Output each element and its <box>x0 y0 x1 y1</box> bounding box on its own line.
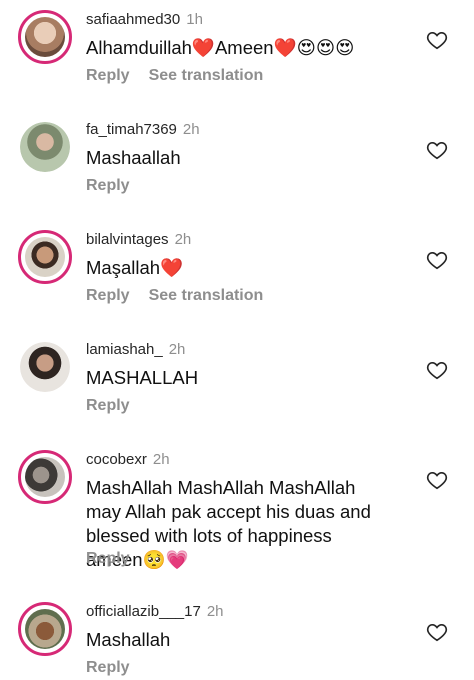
timestamp: 2h <box>174 231 192 248</box>
comment-actions: Reply See translation <box>86 287 282 305</box>
like-heart-icon[interactable] <box>426 139 448 161</box>
avatar[interactable] <box>18 450 72 504</box>
timestamp: 2h <box>152 451 170 468</box>
comment-header: lamiashah_ 2h <box>86 341 185 358</box>
reply-button[interactable]: Reply <box>86 287 130 304</box>
comment-header: fa_timah7369 2h <box>86 121 200 138</box>
avatar-image <box>25 237 65 277</box>
timestamp: 2h <box>182 121 200 138</box>
username[interactable]: officiallazib___17 <box>86 603 201 620</box>
comment-text: MASHALLAH <box>86 367 199 388</box>
reply-button[interactable]: Reply <box>86 550 130 567</box>
like-heart-icon[interactable] <box>426 469 448 491</box>
comment-header: safiaahmed30 1h <box>86 11 203 28</box>
comment-header: cocobexr 2h <box>86 451 170 468</box>
comment-text: Alhamduillah❤️Ameen❤️😍😍😍 <box>86 37 355 58</box>
see-translation-button[interactable]: See translation <box>149 287 264 304</box>
comment-actions: Reply <box>86 659 149 677</box>
timestamp: 2h <box>206 603 224 620</box>
like-heart-icon[interactable] <box>426 249 448 271</box>
avatar[interactable] <box>18 120 72 174</box>
avatar[interactable] <box>18 602 72 656</box>
reply-button[interactable]: Reply <box>86 397 130 414</box>
username[interactable]: fa_timah7369 <box>86 121 177 138</box>
comment-text: Mashallah <box>86 629 171 650</box>
username[interactable]: lamiashah_ <box>86 341 163 358</box>
timestamp: 1h <box>186 11 203 28</box>
reply-button[interactable]: Reply <box>86 177 130 194</box>
comment-actions: Reply See translation <box>86 67 282 85</box>
like-heart-icon[interactable] <box>426 359 448 381</box>
comment-text: Maşallah❤️ <box>86 257 184 278</box>
like-heart-icon[interactable] <box>426 621 448 643</box>
avatar-image <box>25 17 65 57</box>
comment-header: bilalvintages 2h <box>86 231 191 248</box>
username[interactable]: bilalvintages <box>86 231 169 248</box>
username[interactable]: cocobexr <box>86 451 147 468</box>
avatar[interactable] <box>18 230 72 284</box>
timestamp: 2h <box>168 341 186 358</box>
reply-button[interactable]: Reply <box>86 67 130 84</box>
comment-actions: Reply <box>86 550 149 568</box>
comment-actions: Reply <box>86 397 149 415</box>
like-heart-icon[interactable] <box>426 29 448 51</box>
avatar[interactable] <box>18 10 72 64</box>
comment-text: Mashaallah <box>86 147 181 168</box>
avatar-image <box>20 342 70 392</box>
comment-header: officiallazib___17 2h <box>86 603 224 620</box>
comment-actions: Reply <box>86 177 149 195</box>
see-translation-button[interactable]: See translation <box>149 67 264 84</box>
avatar-image <box>25 457 65 497</box>
reply-button[interactable]: Reply <box>86 659 130 676</box>
avatar[interactable] <box>18 340 72 394</box>
avatar-image <box>20 122 70 172</box>
username[interactable]: safiaahmed30 <box>86 11 180 28</box>
avatar-image <box>25 609 65 649</box>
